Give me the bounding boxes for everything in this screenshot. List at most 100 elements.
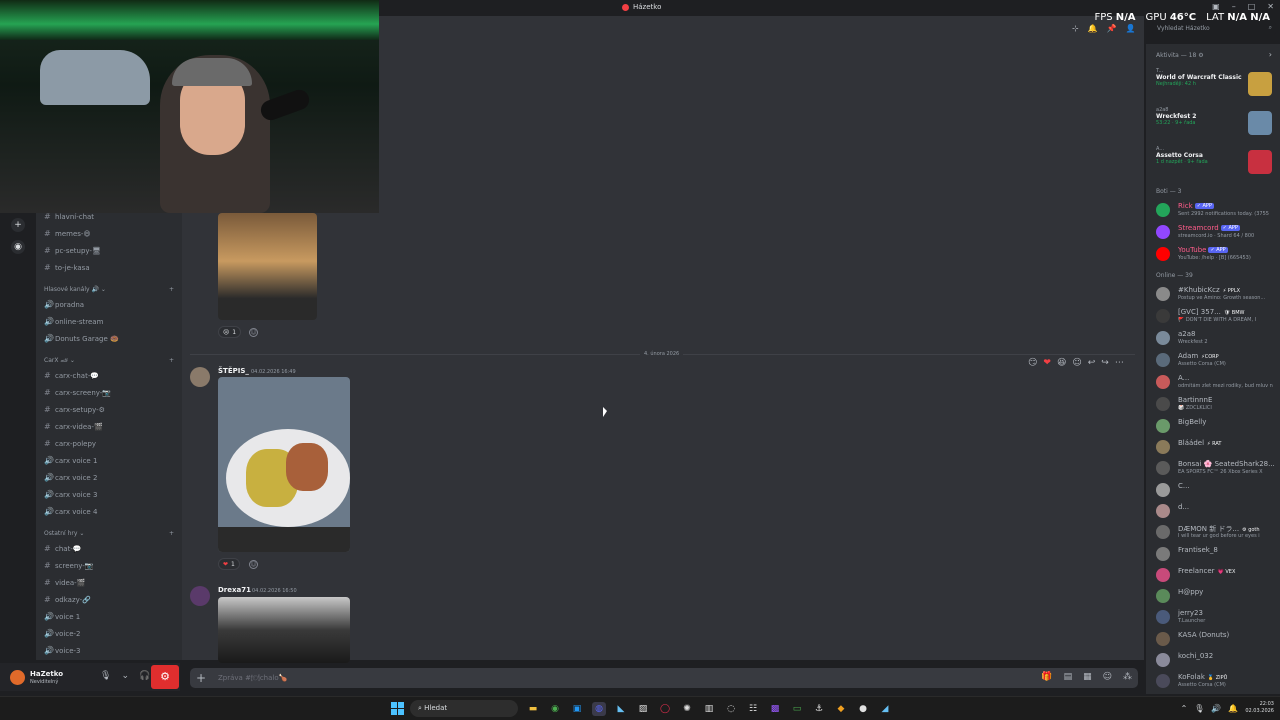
settings-button[interactable]: ⚙ (151, 665, 179, 689)
threads-icon[interactable]: ⊹ (1072, 24, 1079, 33)
channel-item[interactable]: # carx-setupy-⚙ (44, 405, 105, 414)
member-item[interactable]: Adam ⚡CORP Assetto Corsa (CM) (1156, 350, 1278, 370)
activity-item[interactable]: T... World of Warcraft Classic Nejhraději:… (1156, 68, 1274, 102)
message-author[interactable]: ŠTĚPIS_ (218, 367, 249, 375)
discover-icon[interactable]: ◉ (11, 240, 25, 254)
headphones-icon[interactable]: 🎧 (139, 671, 150, 681)
message-author[interactable]: Drexa71 (218, 586, 251, 594)
inbox-icon[interactable]: ▣ (1212, 2, 1220, 11)
channel-item[interactable]: 🔊 online-stream (44, 317, 103, 326)
microphone-tray-icon[interactable]: 🎙 (1194, 704, 1204, 713)
member-item[interactable]: YouTube ✓ APP YouTube: /help · [B] (665453… (1156, 244, 1278, 264)
bell-tray-icon[interactable]: 🔔 (1228, 704, 1238, 713)
member-item[interactable]: a2a8 Wreckfest 2 (1156, 328, 1278, 348)
app-icon[interactable]: ☷ (746, 702, 760, 716)
steam-icon[interactable]: ◣ (614, 702, 628, 716)
channel-item[interactable]: # videa-🎬 (44, 578, 85, 587)
channel-item[interactable]: 🔊 poradna (44, 300, 84, 309)
channel-item[interactable]: 🔊 voice-3 (44, 646, 81, 655)
channel-item[interactable]: 🔊 Donuts Garage 🍩 (44, 334, 119, 343)
member-item[interactable]: [GVC] 357... 🛡 BMW 🚩 DON'T DIE WITH A DREA… (1156, 306, 1278, 326)
laugh-reaction-icon[interactable]: 😆 (1057, 358, 1066, 368)
bell-icon[interactable]: 🔔 (1088, 24, 1098, 33)
close-button[interactable]: ✕ (1267, 2, 1274, 11)
attach-icon[interactable]: + (196, 671, 206, 685)
channel-item[interactable]: 🔊 voice 1 (44, 612, 80, 621)
members-icon[interactable]: 👤 (1126, 24, 1136, 33)
sticker-icon[interactable]: ▦ (1083, 672, 1092, 682)
microphone-icon[interactable]: 🎙 (100, 671, 111, 681)
reply-icon[interactable]: ↩ (1088, 358, 1096, 368)
channel-item[interactable]: # carx-screeny-📷 (44, 388, 111, 397)
message-image-meal[interactable] (218, 377, 350, 552)
reaction-sad[interactable]: 😢 1 (218, 326, 242, 338)
author-avatar[interactable] (190, 586, 210, 606)
start-button[interactable] (391, 702, 404, 715)
chevron-up-icon[interactable]: ⌃ (1181, 704, 1188, 713)
file-explorer-icon[interactable]: ▬ (526, 702, 540, 716)
message-image-desk[interactable] (218, 597, 350, 663)
apps-icon[interactable]: ⁂ (1123, 672, 1132, 682)
store-icon[interactable]: ▣ (570, 702, 584, 716)
emoji-reaction-icon[interactable]: 😏 (1028, 358, 1037, 368)
channel-item[interactable]: # odkazy-🔗 (44, 595, 91, 604)
emoji-icon[interactable]: ☺ (1103, 672, 1112, 682)
member-item[interactable]: KASA (Donuts) (1156, 629, 1278, 649)
member-item[interactable]: #KhubicKcz ⚡ PPLX Postup ve Amino: Growth … (1156, 284, 1278, 304)
channel-item[interactable]: 🔊 carx voice 2 (44, 473, 97, 482)
discord-icon[interactable]: ◍ (592, 702, 606, 716)
chevron-right-icon[interactable]: › (1269, 50, 1272, 59)
channel-item[interactable]: # pc-setupy-🖥 (44, 246, 101, 255)
user-avatar[interactable] (10, 670, 25, 685)
clock[interactable]: 22:03 02.03.2026 (1245, 701, 1274, 715)
channel-item[interactable]: # to-je-kasa (44, 263, 90, 272)
member-item[interactable]: kochi_032 (1156, 650, 1278, 670)
obs-icon[interactable]: ◌ (724, 702, 738, 716)
channel-item[interactable]: # screeny-📷 (44, 561, 94, 570)
heart-reaction-icon[interactable]: ❤ (1043, 358, 1051, 368)
add-reaction-icon[interactable]: ☺ (1072, 358, 1081, 368)
activity-item[interactable]: A... Assetto Corsa 1 d nazpět · 9+ řada (1156, 146, 1274, 180)
chatgpt-icon[interactable]: ✺ (680, 702, 694, 716)
channel-item[interactable]: # carx-chat-💬 (44, 371, 99, 380)
member-item[interactable]: H@ppy (1156, 586, 1278, 606)
nvidia-icon[interactable]: ▭ (790, 702, 804, 716)
add-reaction-icon[interactable]: ☺ (249, 328, 258, 337)
minimize-button[interactable]: – (1232, 2, 1236, 11)
member-item[interactable]: Bonsai 🌸 SeatedShark28... EA SPORTS FC™ 2… (1156, 458, 1278, 478)
record-icon[interactable]: ● (856, 702, 870, 716)
member-item[interactable]: Bláádel ⚡ RAT (1156, 437, 1278, 457)
gif-icon[interactable]: ▤ (1064, 672, 1073, 682)
member-item[interactable]: Freelancer 💗 VEX (1156, 565, 1278, 585)
message-composer[interactable]: + Zpráva #🍽chalo🍗 🎁 ▤ ▦ ☺ ⁂ (190, 668, 1138, 688)
steam-game-icon[interactable]: ◢ (878, 702, 892, 716)
twitch-icon[interactable]: ▩ (768, 702, 782, 716)
add-channel-icon[interactable]: + (169, 286, 174, 293)
member-item[interactable]: d... (1156, 501, 1278, 521)
channel-item[interactable]: # hlavní-chat (44, 212, 94, 221)
member-item[interactable]: A... odmítám zlet mezi rodiky, bud mluv n (1156, 372, 1278, 392)
terminal-icon[interactable]: ▥ (702, 702, 716, 716)
member-item[interactable]: DÆMON 新 ドラ... ⚙ goth I will tear ur god be… (1156, 522, 1278, 542)
channel-item[interactable]: 🔊 carx voice 1 (44, 456, 97, 465)
member-item[interactable]: Streamcord ✓ APP streamcord.io · Shard 64 … (1156, 222, 1278, 242)
pin-icon[interactable]: 📌 (1107, 24, 1117, 33)
channel-item[interactable]: 🔊 carx voice 4 (44, 507, 97, 516)
member-item[interactable]: KoFolak 🥇 ZIPŮ Assetto Corsa (CM) (1156, 671, 1278, 691)
channel-category[interactable]: CarX 🏎 ⌄ + (44, 357, 174, 364)
volume-icon[interactable]: 🔊 (1211, 704, 1221, 713)
game-icon[interactable]: ◆ (834, 702, 848, 716)
gift-icon[interactable]: 🎁 (1041, 672, 1052, 682)
channel-item[interactable]: # chat-💬 (44, 544, 82, 553)
member-item[interactable]: BigBelly (1156, 416, 1278, 436)
channel-item[interactable]: # memes-😄 (44, 229, 91, 238)
member-item[interactable]: BartinnnE 🎲 ZDCLKLICI (1156, 394, 1278, 414)
opera-icon[interactable]: ◯ (658, 702, 672, 716)
forward-icon[interactable]: ↪ (1101, 358, 1109, 368)
add-channel-icon[interactable]: + (169, 357, 174, 364)
more-icon[interactable]: ⋯ (1115, 358, 1124, 368)
channel-item[interactable]: # carx-videa-🎬 (44, 422, 103, 431)
message-input[interactable]: Zpráva #🍽chalo🍗 (218, 674, 287, 682)
member-item[interactable]: C... (1156, 480, 1278, 500)
author-avatar[interactable] (190, 367, 210, 387)
